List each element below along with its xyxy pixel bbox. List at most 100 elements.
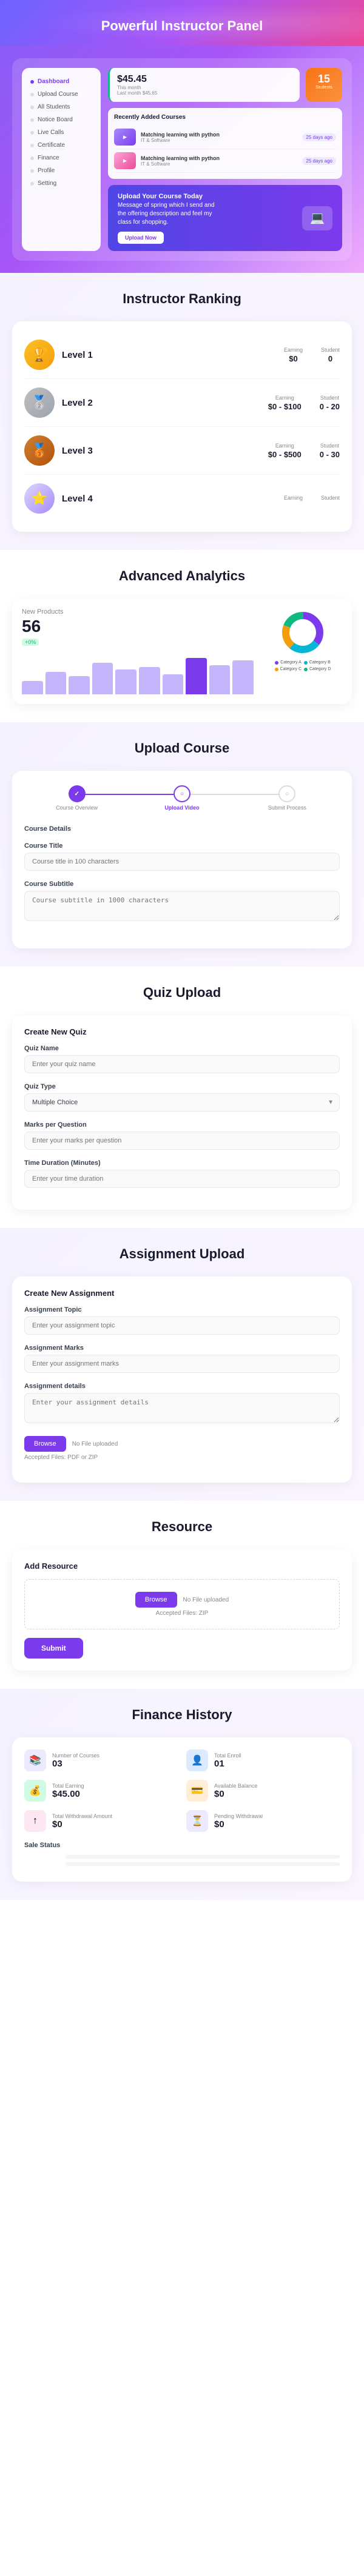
step-label-1: Course Overview <box>56 805 98 811</box>
resource-card: Add Resource Browse No File uploaded Acc… <box>12 1549 352 1671</box>
finance-item-enroll: 👤 Total Enroll 01 <box>186 1749 340 1771</box>
create-assignment-title: Create New Assignment <box>24 1289 340 1298</box>
analytics-title: Advanced Analytics <box>12 568 352 584</box>
page-title: Powerful Instructor Panel <box>12 18 352 34</box>
course-info-2: Matching learning with python IT & Softw… <box>141 155 220 167</box>
assignment-marks-label: Assignment Marks <box>24 1344 340 1352</box>
course-name-1: Matching learning with python <box>141 132 220 138</box>
sidebar-item-setting[interactable]: Setting <box>28 177 95 190</box>
finance-item-courses: 📚 Number of Courses 03 <box>24 1749 178 1771</box>
step-circle-3: ○ <box>278 785 295 802</box>
assignment-details-group: Assignment details <box>24 1383 340 1426</box>
rank-row-2: 🥈 Level 2 Earning $0 - $100 Student 0 - … <box>24 379 340 427</box>
upload-now-button[interactable]: Upload Now <box>118 232 164 244</box>
rank-earning-3: Earning $0 - $500 <box>268 443 302 459</box>
rank-label-1: Level 1 <box>62 350 104 360</box>
sidebar-item-profile[interactable]: Profile <box>28 164 95 177</box>
pending-value: $0 <box>214 1819 263 1830</box>
balance-icon: 💳 <box>186 1780 208 1802</box>
quiz-type-select[interactable]: Multiple Choice True/False Short Answer <box>24 1093 340 1112</box>
assignment-topic-group: Assignment Topic <box>24 1306 340 1335</box>
quiz-type-wrapper: Multiple Choice True/False Short Answer … <box>24 1093 340 1112</box>
course-details-group: Course Details <box>24 825 340 833</box>
course-meta-1: IT & Software <box>141 138 220 143</box>
earning-icon: 💰 <box>24 1780 46 1802</box>
analytics-left: New Products 56 +0% <box>22 608 254 694</box>
duration-input[interactable] <box>24 1170 340 1188</box>
last-month-label: Last month <box>117 90 141 96</box>
dashboard-inner: Dashboard Upload Course All Students Not… <box>12 58 352 261</box>
sidebar-item-dashboard[interactable]: Dashboard <box>28 75 95 88</box>
rank-row-1: 🏆 Level 1 Earning $0 Student 0 <box>24 331 340 379</box>
assignment-marks-input[interactable] <box>24 1355 340 1373</box>
sidebar-item-upload-course[interactable]: Upload Course <box>28 88 95 101</box>
course-thumb-1 <box>114 129 136 146</box>
course-meta-2: IT & Software <box>141 161 220 167</box>
stats-row: $45.45 This month Last month $45.65 15 S… <box>108 68 342 102</box>
assignment-topic-label: Assignment Topic <box>24 1306 340 1313</box>
enroll-label: Total Enroll <box>214 1753 241 1759</box>
bar-2 <box>69 676 90 694</box>
step-circle-2: ○ <box>174 785 190 802</box>
assignment-details-label: Assignment details <box>24 1383 340 1390</box>
assignment-topic-input[interactable] <box>24 1317 340 1335</box>
sidebar-label-live: Live Calls <box>38 129 64 136</box>
students-card: 15 Students <box>306 68 342 102</box>
sidebar-item-finance[interactable]: Finance <box>28 152 95 164</box>
course-subtitle-input[interactable] <box>24 891 340 921</box>
sidebar-label-profile: Profile <box>38 167 55 174</box>
earning-label: Total Earning <box>52 1783 84 1789</box>
quiz-name-input[interactable] <box>24 1055 340 1073</box>
pending-icon: ⏳ <box>186 1810 208 1832</box>
step-label-3: Submit Process <box>268 805 306 811</box>
resource-file-status: No File uploaded <box>183 1597 229 1603</box>
bar-5 <box>139 667 160 694</box>
step-1: ✓ Course Overview <box>24 785 129 811</box>
sale-bar-row-2 <box>24 1862 340 1866</box>
sidebar-label-dashboard: Dashboard <box>38 78 69 85</box>
sidebar-dot <box>30 182 34 186</box>
resource-browse-button[interactable]: Browse <box>135 1592 177 1608</box>
course-item-2[interactable]: Matching learning with python IT & Softw… <box>114 149 336 173</box>
sidebar-item-students[interactable]: All Students <box>28 101 95 113</box>
course-days-1: 25 days ago <box>302 133 336 141</box>
sale-bar-row-1 <box>24 1855 340 1859</box>
finance-title: Finance History <box>12 1707 352 1723</box>
finance-item-earning: 💰 Total Earning $45.00 <box>24 1780 178 1802</box>
sidebar-item-live[interactable]: Live Calls <box>28 126 95 139</box>
rank-badge-3: 🥉 <box>24 435 55 466</box>
analytics-card: New Products 56 +0% <box>12 599 352 704</box>
finance-section: Finance History 📚 Number of Courses 03 👤… <box>0 1689 364 1900</box>
finance-item-pending-text: Pending Withdrawal $0 <box>214 1813 263 1830</box>
marks-input[interactable] <box>24 1132 340 1150</box>
add-resource-title: Add Resource <box>24 1561 340 1571</box>
course-title-input[interactable] <box>24 853 340 871</box>
resource-submit-button[interactable]: Submit <box>24 1638 83 1659</box>
balance-card: $45.45 This month Last month $45.65 <box>108 68 300 102</box>
rank-label-4: Level 4 <box>62 494 104 504</box>
rank-student-2: Student 0 - 20 <box>320 395 340 411</box>
enroll-icon: 👤 <box>186 1749 208 1771</box>
marks-group: Marks per Question <box>24 1121 340 1150</box>
rank-stats-4: Earning Student <box>284 495 340 502</box>
students-count: 15 <box>313 73 335 86</box>
course-item-1[interactable]: Matching learning with python IT & Softw… <box>114 126 336 149</box>
donut-area: Category A Category B Category C Categor… <box>263 608 342 694</box>
balance-last-month: Last month $45.65 <box>117 90 292 96</box>
finance-item-balance-text: Available Balance $0 <box>214 1783 257 1799</box>
assignment-browse-button[interactable]: Browse <box>24 1436 66 1452</box>
upload-course-title: Upload Course <box>12 740 352 756</box>
courses-value: 03 <box>52 1759 99 1769</box>
step-2: ○ Upload Video <box>129 785 234 811</box>
sidebar-item-cert[interactable]: Certificate <box>28 139 95 152</box>
balance-amount: $45.45 <box>117 74 292 85</box>
donut-svg <box>278 608 327 657</box>
enroll-value: 01 <box>214 1759 241 1769</box>
sidebar-item-notice[interactable]: Notice Board <box>28 113 95 126</box>
sale-bar-track-1 <box>66 1855 340 1859</box>
analytics-inner: New Products 56 +0% <box>22 608 342 694</box>
sale-bar-track-2 <box>66 1862 340 1866</box>
assignment-details-input[interactable] <box>24 1393 340 1423</box>
course-thumb-2 <box>114 152 136 169</box>
quiz-type-label: Quiz Type <box>24 1083 340 1090</box>
